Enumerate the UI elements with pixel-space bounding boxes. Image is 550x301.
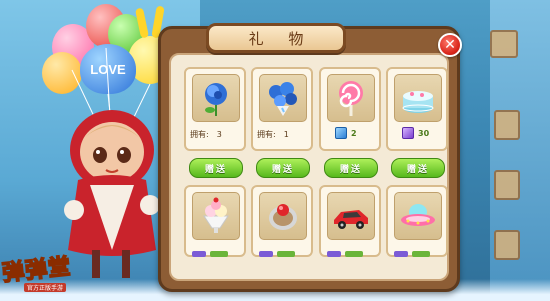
give-button-cake[interactable]: 赠送 [391, 158, 445, 178]
owned-label: 拥有: [257, 130, 276, 139]
close-icon: ✕ [444, 37, 456, 53]
background-tile [494, 170, 520, 200]
ice-cream-sundae-icon [203, 197, 229, 233]
blue-rose-icon [205, 83, 227, 116]
gift-icon-box [327, 192, 375, 240]
gift-icon-box [394, 74, 442, 122]
gift-price-partial [192, 251, 228, 257]
give-button-blue-bouquet[interactable]: 赠送 [256, 158, 310, 178]
cake-icon [402, 91, 434, 113]
close-button[interactable]: ✕ [438, 33, 462, 57]
gift-card-blue-bouquet[interactable]: 拥有: 1 [251, 67, 313, 151]
gift-price-partial [259, 251, 295, 257]
gift-price-partial [327, 251, 363, 257]
owned-count: 拥有: 1 [257, 129, 289, 140]
dialog-title-banner: 礼 物 [206, 23, 346, 53]
price-value: 30 [418, 128, 430, 138]
game-logo-subtitle: 官方正版手游 [24, 283, 67, 292]
background-tile [494, 110, 520, 140]
gift-icon-box [327, 74, 375, 122]
gift-card-ring[interactable] [251, 185, 313, 257]
ufo-icon [401, 204, 435, 226]
gift-price: 2 [335, 127, 357, 139]
owned-label: 拥有: [190, 130, 209, 139]
gift-card-ice-cream[interactable] [184, 185, 246, 257]
gift-icon-box [192, 192, 240, 240]
diamond-blue-icon [335, 127, 347, 139]
gift-card-lollipop[interactable]: 2 [319, 67, 381, 151]
gift-icon-box [394, 192, 442, 240]
gift-card-sports-car[interactable] [319, 185, 381, 257]
ring-icon [269, 204, 297, 230]
gift-icon-box [192, 74, 240, 122]
gift-price-partial [394, 251, 430, 257]
lollipop-icon [339, 81, 363, 116]
background-tile [490, 30, 518, 58]
gift-card-ufo[interactable] [386, 185, 448, 257]
gift-icon-box [259, 74, 307, 122]
give-button-lollipop[interactable]: 赠送 [324, 158, 378, 178]
gift-icon-box [259, 192, 307, 240]
gift-card-blue-rose[interactable]: 拥有: 3 [184, 67, 246, 151]
diamond-purple-icon [402, 127, 414, 139]
give-button-blue-rose[interactable]: 赠送 [189, 158, 243, 178]
price-value: 2 [351, 128, 357, 138]
owned-value: 1 [283, 130, 289, 139]
owned-count: 拥有: 3 [190, 129, 222, 140]
gift-card-cake[interactable]: 30 [386, 67, 448, 151]
background-tile [494, 230, 520, 260]
sports-car-icon [334, 210, 368, 229]
dialog-title: 礼 物 [248, 29, 314, 48]
owned-value: 3 [216, 130, 222, 139]
gift-price: 30 [402, 127, 429, 139]
bouquet-icon [269, 82, 297, 116]
